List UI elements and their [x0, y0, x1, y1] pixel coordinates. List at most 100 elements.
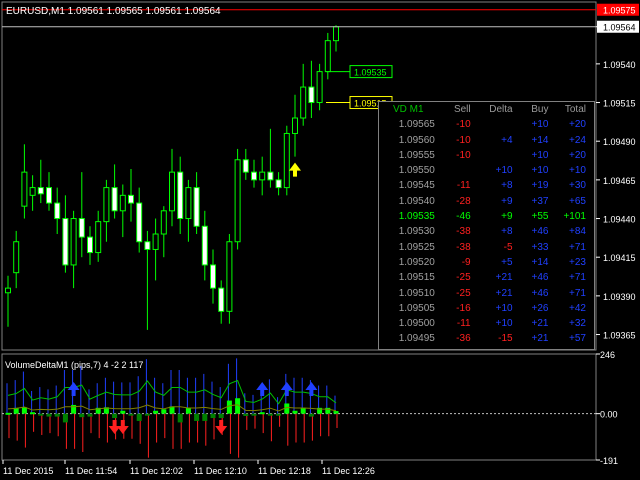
cell-sell: -11 [456, 180, 471, 192]
candle [275, 172, 282, 196]
cell-buy: +10 [531, 149, 549, 161]
cell-delta: +21 [495, 272, 513, 284]
candle [234, 148, 241, 250]
symbol-title: EURUSD,M1 1.09561 1.09565 1.09561 1.0956… [6, 6, 221, 17]
candle [177, 156, 184, 234]
delta-bar [112, 413, 118, 419]
candle [169, 148, 175, 227]
cell-delta: +10 [495, 165, 513, 177]
cell-sell: -10 [456, 149, 471, 161]
cell-price: 1.09500 [398, 318, 435, 330]
cell-total: +32 [569, 318, 586, 330]
delta-bar [218, 413, 224, 419]
ask-label: 1.09575 [603, 6, 636, 16]
cell-total: +57 [569, 333, 586, 345]
cell-sell: -16 [456, 302, 471, 314]
cell-delta [475, 117, 517, 132]
table-row: 1.09515 -25 +21 +46 +71 [379, 270, 594, 285]
cell-total: +20 [569, 119, 586, 131]
table-row: 1.09500 -11 +10 +21 +32 [379, 316, 594, 331]
down-arrow-icon [116, 420, 129, 434]
delta-bar [276, 413, 282, 416]
table-row: 1.09560 -10 +4 +14 +24 [379, 133, 594, 148]
cell-sell: -11 [456, 318, 471, 330]
candle [128, 169, 134, 222]
delta-bar [21, 407, 27, 414]
cell-delta: +8 [501, 226, 513, 238]
cell-delta: +21 [495, 287, 513, 299]
table-row: 1.09565 -10 +10 +20 [379, 117, 594, 132]
price-tick-label: 1.09465 [603, 176, 636, 186]
cell-total: +101 [563, 211, 586, 223]
cell-sell: -10 [456, 119, 471, 131]
cell-sell: -46 [456, 211, 471, 223]
delta-bar [144, 413, 150, 416]
table-row: 1.09550 +10 +10 +10 [379, 163, 594, 178]
time-tick-label: 11 Dec 12:10 [194, 466, 247, 476]
cell-price: 1.09515 [398, 272, 435, 284]
cell-delta: +10 [495, 318, 513, 330]
candle [226, 234, 233, 324]
indicator-title: VolumeDeltaM1 (pips,7) 4 -2 2 117 [5, 360, 143, 370]
cell-price: 1.09505 [398, 302, 435, 314]
delta-bar [161, 409, 167, 414]
header-title: VD M1 [393, 104, 424, 115]
cell-delta: +5 [501, 256, 513, 268]
candle [316, 63, 323, 111]
table-row: 1.09495 -36 -15 +21 +57 [379, 331, 594, 346]
delta-bar [5, 412, 11, 415]
cell-price: 1.09555 [398, 149, 435, 161]
header-total: Total [564, 104, 586, 115]
cell-buy: +55 [531, 211, 549, 223]
cell-sell: -10 [456, 134, 471, 146]
delta-bar [210, 413, 216, 419]
candle [5, 275, 11, 327]
cell-delta [475, 148, 517, 163]
delta-bar [202, 413, 208, 421]
cell-price: 1.09520 [398, 256, 435, 268]
cell-total: +23 [569, 256, 586, 268]
cell-sell: -25 [456, 272, 471, 284]
cell-price: 1.09525 [398, 241, 435, 253]
delta-bar [87, 413, 93, 417]
cell-sell: -36 [456, 333, 471, 345]
cell-buy: +10 [531, 165, 549, 177]
cell-buy: +46 [531, 272, 549, 284]
table-row: 1.09510 -25 +21 +46 +71 [379, 286, 594, 301]
delta-bar [120, 410, 126, 414]
table-header: VD M1 Sell Delta Buy Total [379, 102, 594, 117]
cell-sell [439, 163, 475, 178]
delta-bar [259, 412, 265, 415]
time-axis: 11 Dec 2015 11 Dec 11:54 11 Dec 12:02 11 De… [2, 460, 375, 476]
delta-bar [251, 413, 257, 416]
cell-price: 1.09510 [398, 287, 435, 299]
table-row: 1.09520 -9 +5 +14 +23 [379, 255, 594, 270]
price-tick-label: 1.09415 [603, 253, 636, 263]
delta-bar [300, 407, 306, 414]
delta-bar [79, 413, 85, 418]
candle [259, 156, 266, 196]
table-row: 1.09525 -38 -5 +33 +71 [379, 240, 594, 255]
delta-bar [243, 413, 249, 416]
cell-sell: -25 [456, 287, 471, 299]
candle [46, 172, 52, 211]
cell-price: 1.09535 [398, 211, 435, 223]
delta-bar [308, 413, 314, 417]
buy-signal-arrow-icon [289, 162, 301, 177]
candle [54, 187, 61, 234]
delta-bar [46, 413, 52, 417]
table-row: 1.09555 -10 +10 +20 [379, 148, 594, 163]
delta-bar [292, 410, 298, 414]
time-tick-label: 11 Dec 11:54 [65, 466, 117, 476]
cell-buy: +21 [531, 333, 549, 345]
cell-price: 1.09495 [398, 333, 435, 345]
delta-bar [185, 407, 191, 414]
candle [201, 210, 208, 281]
time-tick-label: 11 Dec 12:02 [130, 466, 183, 476]
cell-total: +71 [569, 241, 586, 253]
candle [103, 179, 110, 242]
candle [324, 32, 331, 80]
cell-price: 1.09560 [398, 134, 435, 146]
up-arrow-icon [305, 382, 318, 396]
candle [292, 94, 298, 157]
